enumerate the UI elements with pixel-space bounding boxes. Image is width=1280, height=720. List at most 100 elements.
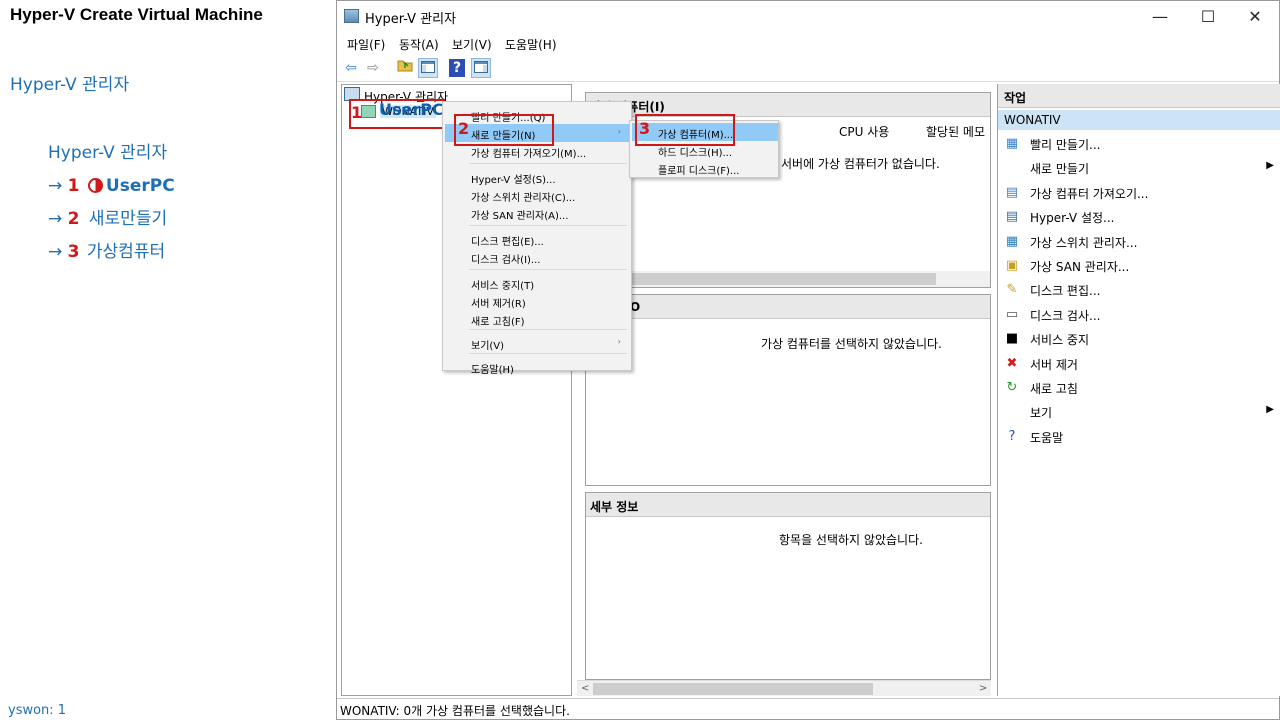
context-item-virtual-san-manager[interactable]: 가상 SAN 관리자(A)...: [445, 204, 629, 222]
actions-group-wonativ[interactable]: WONATIV: [998, 110, 1280, 130]
context-item-refresh[interactable]: 새로 고침(F): [445, 310, 629, 328]
action-hyperv-settings[interactable]: ▤ Hyper-V 설정...: [998, 205, 1280, 229]
action-import-vm[interactable]: ▤ 가상 컴퓨터 가져오기...: [998, 181, 1280, 205]
view-icon: [1004, 404, 1020, 420]
action-view[interactable]: 보기 ▶: [998, 400, 1280, 424]
submenu-item-floppy-disk[interactable]: 플로피 디스크(F)...: [632, 159, 778, 177]
center-scroll-thumb[interactable]: [593, 683, 873, 695]
help-icon[interactable]: ?: [449, 59, 465, 77]
column-assigned-memory[interactable]: 할당된 메모: [926, 123, 985, 140]
step-1-text: UserPC: [105, 176, 175, 196]
menu-file[interactable]: 파일(F): [347, 36, 385, 53]
action-label: 가상 컴퓨터 가져오기...: [1030, 186, 1149, 201]
menu-action[interactable]: 동작(A): [399, 36, 439, 53]
action-stop-service[interactable]: ■ 서비스 중지: [998, 327, 1280, 351]
help-icon: ?: [1008, 428, 1016, 444]
context-menu-separator: [469, 329, 627, 330]
step-2-text: 새로만들기: [88, 209, 168, 229]
settings-icon: ▤: [1005, 209, 1019, 225]
close-button[interactable]: ✕: [1232, 1, 1278, 33]
menu-view[interactable]: 보기(V): [452, 36, 492, 53]
center-horizontal-scrollbar[interactable]: < >: [577, 680, 991, 696]
hyperv-app-icon: [344, 9, 359, 23]
menu-help[interactable]: 도움말(H): [505, 36, 557, 53]
actions-header: 작업: [998, 84, 1280, 108]
step-3-number: 3: [67, 242, 80, 262]
window-title: Hyper-V 관리자: [365, 12, 457, 27]
details-panel: 세부 정보 항목을 선택하지 않았습니다.: [585, 492, 991, 680]
submenu-arrow-icon: ▶: [1266, 160, 1274, 172]
refresh-icon: ↻: [1006, 380, 1018, 395]
tutorial-subtitle: Hyper-V 관리자: [10, 75, 130, 95]
action-label: 새로 만들기: [1030, 162, 1090, 177]
column-cpu-usage[interactable]: CPU 사용: [839, 123, 889, 140]
submenu-arrow-icon: ›: [617, 337, 621, 346]
context-item-label: 가상 SAN 관리자(A)...: [471, 211, 569, 222]
action-label: 서버 제거: [1030, 357, 1078, 372]
action-label: 가상 SAN 관리자...: [1030, 260, 1130, 274]
action-quick-create[interactable]: ▦ 빨리 만들기...: [998, 132, 1280, 156]
checkpoints-empty-message: 가상 컴퓨터를 선택하지 않았습니다.: [761, 337, 942, 351]
context-menu-separator: [469, 353, 627, 354]
action-label: 보기: [1030, 406, 1053, 421]
back-arrow-icon[interactable]: ⇦: [341, 58, 361, 78]
context-item-label: Hyper-V 설정(S)...: [471, 175, 556, 186]
context-item-hyperv-settings[interactable]: Hyper-V 설정(S)...: [445, 168, 629, 186]
step-1: → 1 UserPC: [48, 170, 175, 203]
action-new[interactable]: 새로 만들기 ▶: [998, 156, 1280, 180]
details-header: 세부 정보: [586, 493, 990, 517]
action-refresh[interactable]: ↻ 새로 고침: [998, 376, 1280, 400]
action-inspect-disk[interactable]: ▭ 디스크 검사...: [998, 303, 1280, 327]
show-hide-action-pane-icon[interactable]: [471, 58, 491, 78]
step-3-text: 가상컴퓨터: [86, 242, 166, 262]
step-2-arrow: →: [48, 209, 68, 229]
action-virtual-san-manager[interactable]: ▣ 가상 SAN 관리자...: [998, 254, 1280, 278]
action-remove-server[interactable]: ✖ 서버 제거: [998, 352, 1280, 376]
vm-scroll-thumb[interactable]: [586, 273, 936, 285]
quick-create-icon: ▦: [1005, 136, 1019, 151]
submenu-arrow-icon: ▶: [1266, 404, 1274, 416]
context-item-virtual-switch-manager[interactable]: 가상 스위치 관리자(C)...: [445, 186, 629, 204]
annotation-number-2: 2: [458, 119, 470, 138]
action-label: 서비스 중지: [1030, 333, 1090, 348]
up-folder-icon[interactable]: [395, 58, 415, 78]
context-item-inspect-disk[interactable]: 디스크 검사(I)...: [445, 248, 629, 266]
san-icon: ▣: [1005, 258, 1019, 273]
step-3-arrow: →: [48, 242, 68, 262]
context-item-label: 서비스 중지(T): [471, 281, 535, 292]
context-item-remove-server[interactable]: 서버 제거(R): [445, 292, 629, 310]
action-label: 빨리 만들기...: [1030, 138, 1101, 152]
context-item-label: 새로 고침(F): [471, 317, 525, 328]
action-label: 가상 스위치 관리자...: [1030, 235, 1138, 250]
context-item-edit-disk[interactable]: 디스크 편집(E)...: [445, 230, 629, 248]
action-edit-disk[interactable]: ✎ 디스크 편집...: [998, 278, 1280, 302]
step-root: Hyper-V 관리자: [48, 143, 168, 163]
checkpoints-panel: O 가상 컴퓨터를 선택하지 않았습니다.: [585, 294, 991, 486]
context-item-view[interactable]: 보기(V) ›: [445, 334, 629, 352]
action-label: 디스크 편집...: [1030, 284, 1101, 299]
action-help[interactable]: ? 도움말: [998, 425, 1280, 449]
context-item-label: 가상 스위치 관리자(C)...: [471, 193, 576, 204]
vm-empty-message: 서버에 가상 컴퓨터가 없습니다.: [781, 157, 940, 171]
inspect-disk-icon: ▭: [1005, 306, 1019, 322]
new-icon: [1004, 160, 1020, 176]
hyperv-manager-window: Hyper-V 관리자 — ☐ ✕ 파일(F) 동작(A) 보기(V) 도움말(…: [336, 0, 1280, 720]
maximize-button[interactable]: ☐: [1185, 1, 1231, 33]
context-item-stop-service[interactable]: 서비스 중지(T): [445, 274, 629, 292]
scroll-right-icon[interactable]: >: [979, 681, 987, 697]
minimize-button[interactable]: —: [1137, 1, 1183, 33]
show-hide-tree-icon[interactable]: [418, 58, 438, 78]
tutorial-steps: Hyper-V 관리자 → 1 UserPC → 2 새로만들기 → 3 가상컴…: [48, 137, 175, 269]
context-item-help[interactable]: 도움말(H): [445, 358, 629, 376]
details-empty-message: 항목을 선택하지 않았습니다.: [779, 533, 923, 547]
step-2-number: 2: [67, 209, 80, 229]
context-menu-separator: [469, 163, 627, 164]
context-item-label: 디스크 검사(I)...: [471, 255, 541, 266]
action-virtual-switch-manager[interactable]: ▦ 가상 스위치 관리자...: [998, 230, 1280, 254]
forward-arrow-icon[interactable]: ⇨: [363, 58, 383, 78]
checkpoints-header: O: [586, 295, 990, 319]
vm-horizontal-scrollbar[interactable]: [586, 271, 990, 287]
scroll-left-icon[interactable]: <: [581, 681, 589, 697]
edit-disk-icon: ✎: [1006, 282, 1018, 298]
import-icon: ▤: [1005, 184, 1019, 200]
